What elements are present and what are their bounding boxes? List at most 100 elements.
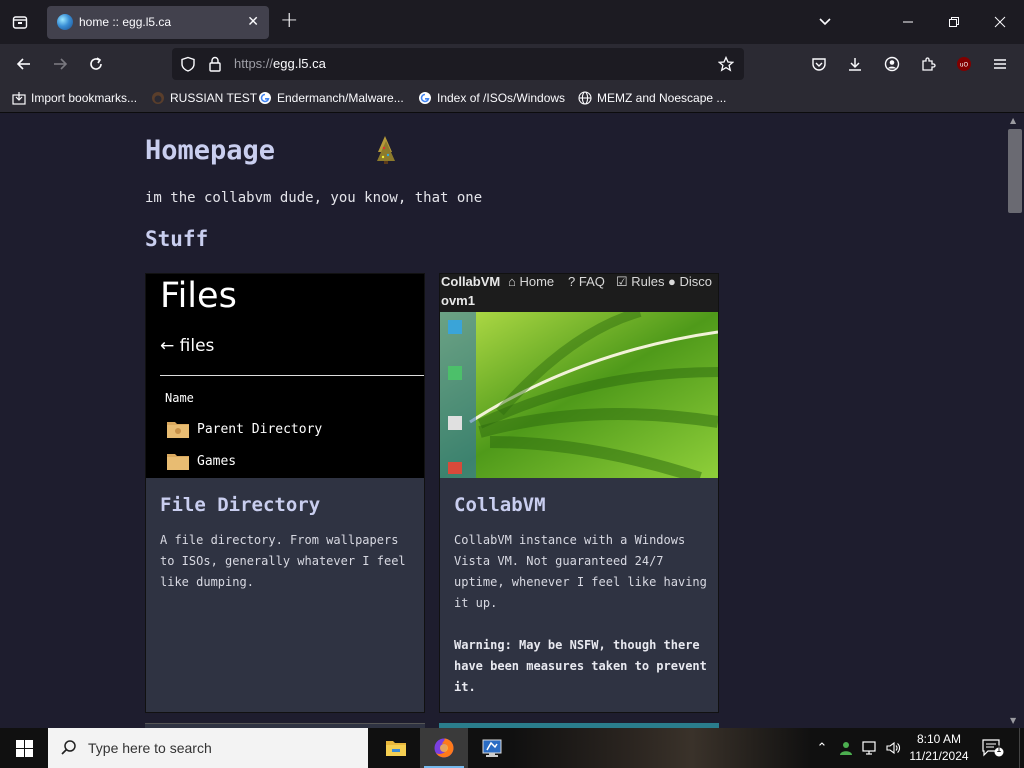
ublock-extension-button[interactable]: uO — [953, 53, 975, 75]
start-button[interactable] — [0, 728, 48, 768]
nav-label: Rules — [631, 274, 665, 289]
taskbar-search-box[interactable]: Type here to search — [48, 728, 368, 768]
collabvm-preview[interactable]: CollabVM ⌂ Home ? FAQ ☑ Rules ● Disco ov… — [440, 274, 718, 478]
google-icon — [259, 92, 271, 104]
reload-button[interactable] — [85, 53, 107, 75]
card-warning: Warning: May be NSFW, though there have … — [454, 638, 707, 694]
card-title[interactable]: CollabVM — [454, 494, 546, 516]
people-tray-icon — [840, 742, 852, 755]
star-icon[interactable] — [718, 56, 734, 72]
active-tab[interactable]: home :: egg.l5.ca ✕ — [47, 6, 269, 39]
speaker-tray-icon — [886, 741, 900, 755]
bookmark-item[interactable]: MEMZ and Noescape ... — [578, 90, 726, 106]
row-label: Games — [197, 453, 237, 469]
puzzle-icon — [922, 57, 936, 71]
scrollbar-thumb[interactable] — [1008, 129, 1022, 213]
google-icon — [419, 92, 431, 104]
remote-desktop-taskbar-button[interactable] — [468, 728, 516, 768]
show-desktop-button[interactable] — [1019, 728, 1024, 768]
section-heading: Stuff — [145, 227, 209, 251]
tab-strip: home :: egg.l5.ca ✕ + — [0, 0, 1024, 44]
file-directory-preview[interactable]: Files ← files Name Parent Directory Game… — [146, 274, 424, 478]
bookmark-item[interactable]: Import bookmarks... — [12, 90, 137, 106]
url-text[interactable]: https://egg.l5.ca — [234, 56, 326, 71]
page-content: Homepage im the collabvm dude, you know,… — [0, 113, 1006, 728]
restore-button[interactable] — [944, 12, 964, 32]
close-icon — [994, 16, 1006, 28]
page-title: Homepage — [145, 135, 276, 166]
extensions-button[interactable] — [917, 53, 939, 75]
close-tab-icon[interactable]: ✕ — [247, 13, 259, 31]
tab-overflow-button[interactable] — [817, 13, 833, 33]
firefox-taskbar-button[interactable] — [420, 728, 468, 768]
card-title[interactable]: File Directory — [160, 494, 320, 516]
navigation-toolbar: https://egg.l5.ca uO — [0, 44, 1024, 84]
folder-icon — [167, 422, 189, 438]
clipboard-icon: ☑ — [616, 274, 628, 289]
minimize-button[interactable] — [898, 12, 918, 32]
close-window-button[interactable] — [990, 12, 1010, 32]
intro-text: im the collabvm dude, you know, that one — [145, 190, 483, 206]
nav-label: FAQ — [578, 274, 605, 289]
downloads-button[interactable] — [844, 53, 866, 75]
card-collabvm[interactable]: CollabVM ⌂ Home ? FAQ ☑ Rules ● Disco ov… — [439, 273, 719, 713]
globe-icon — [578, 91, 592, 105]
bookmark-item[interactable]: RUSSIAN TEST — [151, 90, 257, 106]
bookmark-item[interactable]: Index of /ISOs/Windows — [418, 90, 565, 106]
url-bar[interactable]: https://egg.l5.ca — [172, 48, 744, 80]
bookmark-label: Endermanch/Malware... — [277, 91, 404, 105]
search-icon — [61, 740, 76, 755]
vertical-scrollbar[interactable]: ▲ ▼ — [1006, 113, 1024, 728]
vm-screenshot — [440, 312, 718, 478]
new-tab-button[interactable]: + — [280, 10, 298, 32]
pocket-icon — [812, 58, 826, 71]
arrow-left-icon — [16, 58, 30, 70]
scroll-down-icon[interactable]: ▼ — [1010, 716, 1016, 725]
clock-time: 8:10 AM — [916, 732, 962, 746]
bookmark-label: RUSSIAN TEST — [170, 91, 258, 105]
people-icon[interactable] — [837, 739, 855, 757]
vm-name: ovm1 — [441, 293, 475, 308]
svg-text:uO: uO — [960, 62, 969, 69]
nav-discord: ● Disco — [668, 274, 712, 289]
restore-icon — [949, 17, 959, 27]
app-menu-button[interactable] — [989, 53, 1011, 75]
hat-icon — [152, 92, 164, 104]
list-all-tabs-button[interactable] — [6, 8, 34, 36]
pocket-button[interactable] — [808, 53, 830, 75]
preview-back-link: ← files — [160, 336, 215, 356]
search-placeholder: Type here to search — [88, 740, 212, 756]
action-center-button[interactable]: 1 — [982, 739, 1004, 761]
network-icon[interactable] — [861, 739, 879, 757]
system-clock[interactable]: 8:10 AM 11/21/2024 — [906, 731, 972, 765]
taskbar-background — [512, 728, 812, 768]
bookmark-item[interactable]: Endermanch/Malware... — [258, 90, 404, 106]
chevron-up-icon[interactable]: ⌃ — [813, 739, 831, 757]
hamburger-menu-icon — [994, 59, 1006, 69]
home-icon: ⌂ — [508, 274, 516, 289]
file-explorer-taskbar-button[interactable] — [372, 728, 420, 768]
forward-button[interactable] — [49, 53, 71, 75]
account-button[interactable] — [881, 53, 903, 75]
nav-faq: ? FAQ — [568, 274, 605, 289]
lock-icon[interactable] — [208, 56, 222, 72]
card-file-directory[interactable]: Files ← files Name Parent Directory Game… — [145, 273, 425, 713]
windows-logo-icon — [15, 739, 33, 757]
arrow-right-icon — [54, 58, 68, 70]
bookmark-label: Index of /ISOs/Windows — [437, 91, 566, 105]
folder-icon — [386, 741, 406, 756]
shield-icon[interactable] — [180, 56, 196, 72]
taskbar: Type here to search ⌃ 8:10 AM 11/21/2024… — [0, 728, 1024, 768]
card-description: CollabVM instance with a Windows Vista V… — [454, 533, 707, 610]
scroll-up-icon[interactable]: ▲ — [1010, 116, 1016, 125]
nav-label: Disco — [679, 274, 712, 289]
reload-icon — [90, 57, 102, 70]
collabvm-navbar: CollabVM ⌂ Home ? FAQ ☑ Rules ● Disco ov… — [440, 274, 718, 312]
christmas-tree-image — [377, 136, 395, 164]
bookmarks-toolbar: Import bookmarks... RUSSIAN TEST Enderma… — [0, 84, 1024, 113]
question-icon: ? — [568, 274, 576, 289]
bookmark-label: MEMZ and Noescape ... — [597, 91, 727, 105]
back-button[interactable] — [13, 53, 35, 75]
volume-icon[interactable] — [884, 739, 902, 757]
chevron-down-icon — [819, 18, 831, 26]
